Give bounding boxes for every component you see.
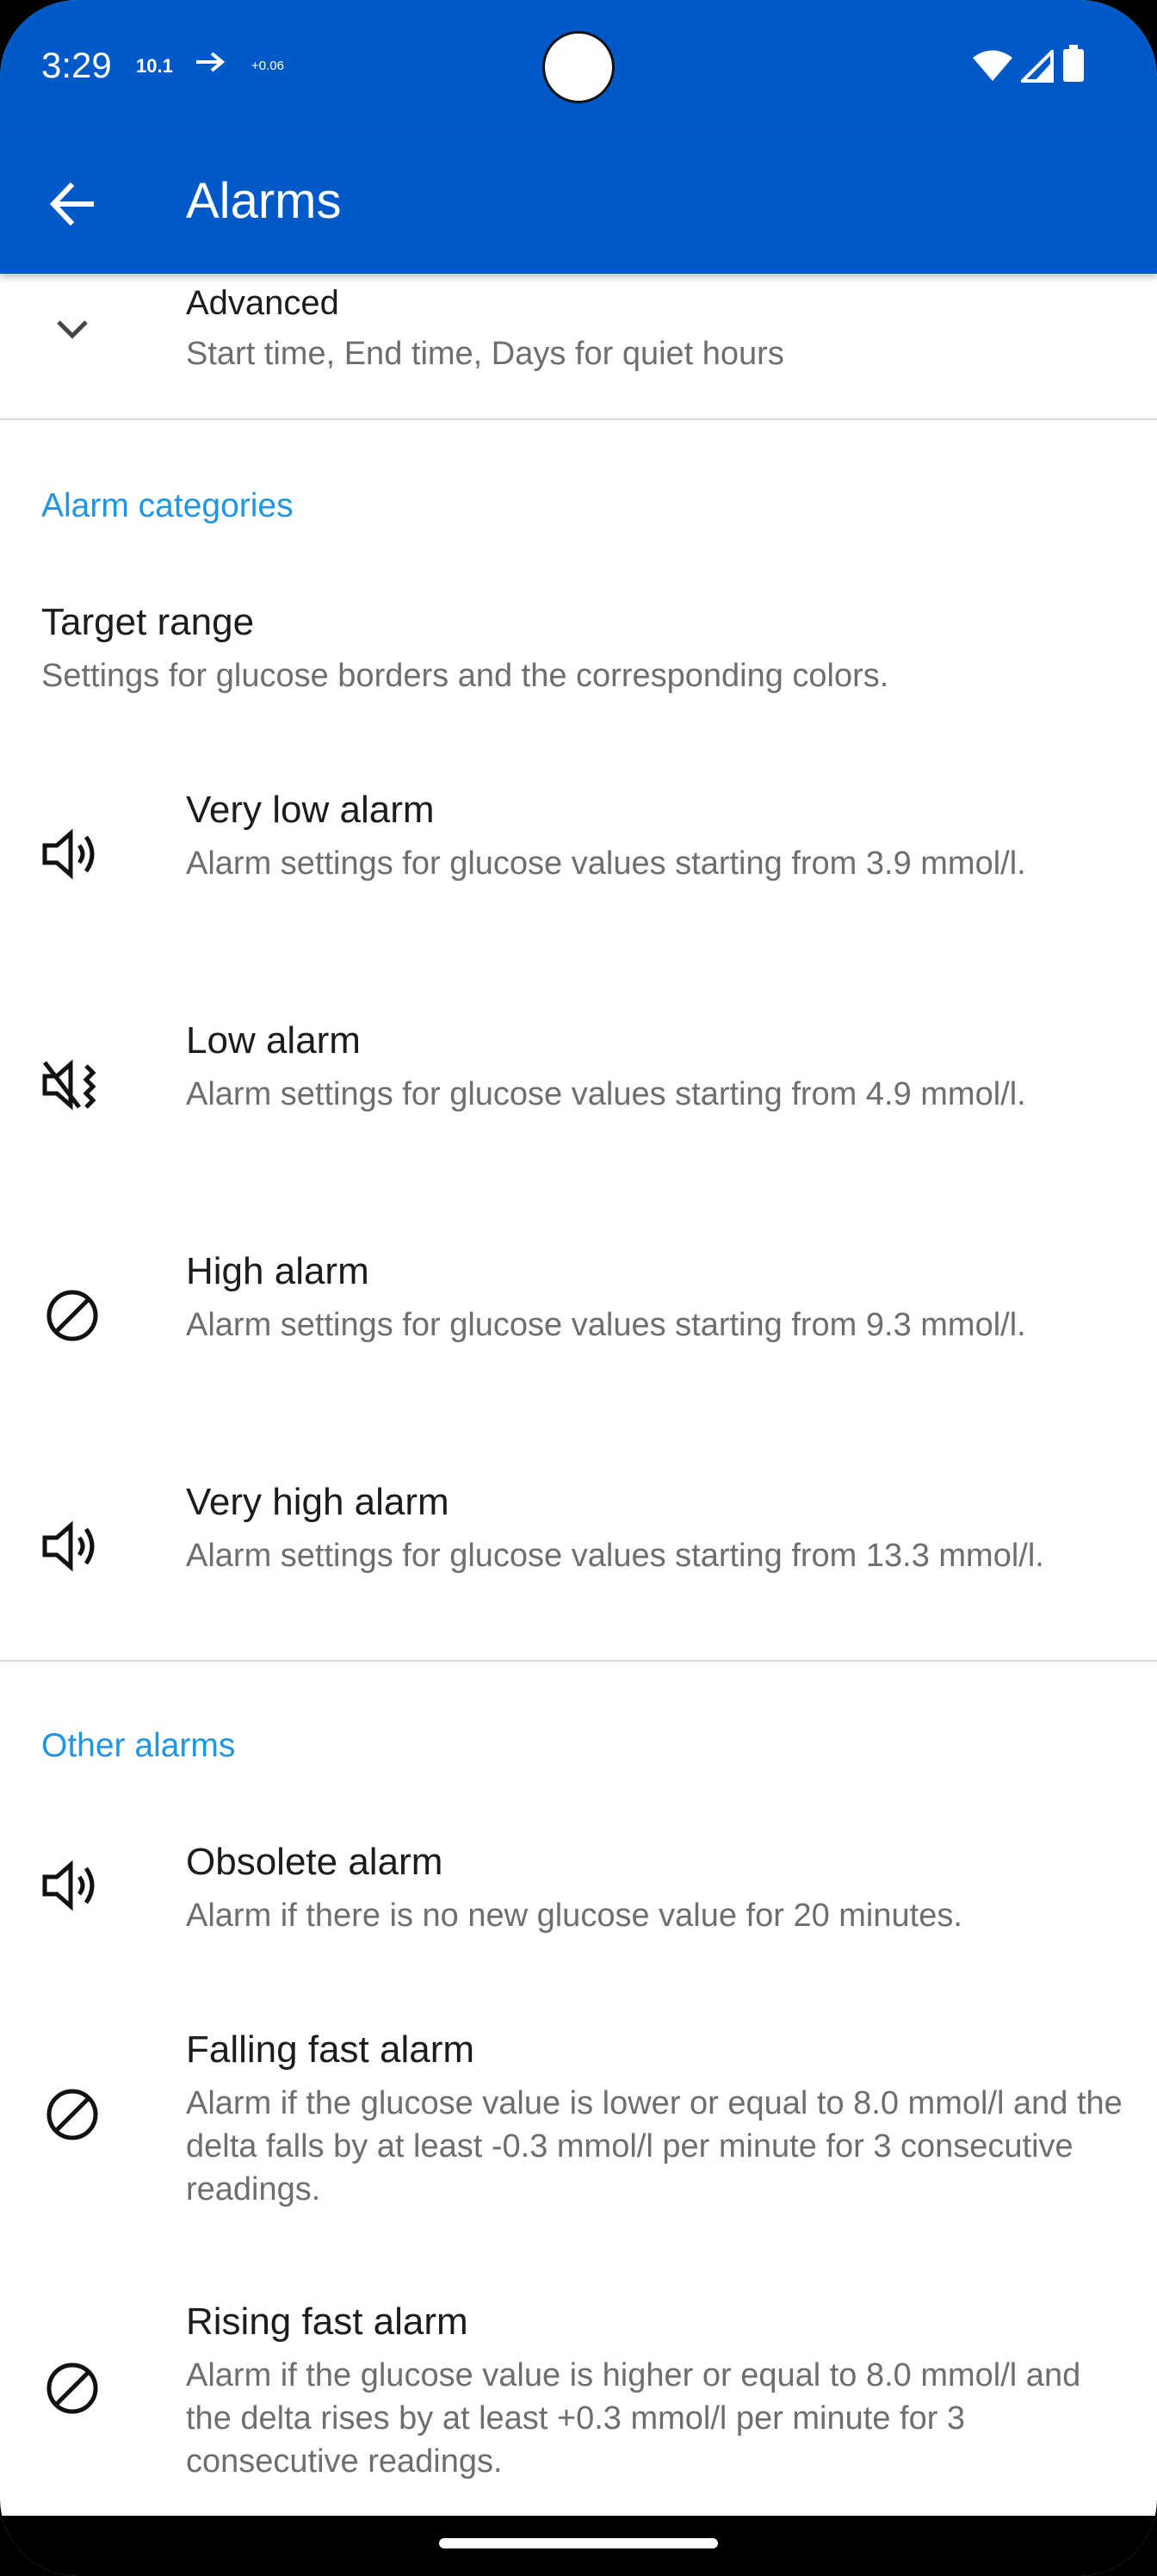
status-delta: +0.06 xyxy=(251,59,284,73)
alarm-categories-header: Alarm categories xyxy=(41,487,294,524)
status-icons xyxy=(973,45,1085,83)
divider xyxy=(0,1660,1157,1662)
wifi-icon xyxy=(973,50,1012,81)
advanced-title: Advanced xyxy=(186,284,339,322)
disabled-icon xyxy=(41,2084,103,2146)
other-alarms-header: Other alarms xyxy=(41,1727,236,1764)
trend-arrow-icon xyxy=(195,50,226,78)
chevron-down-icon[interactable] xyxy=(41,298,103,360)
vibrate-muted-icon xyxy=(41,1054,103,1116)
disabled-icon xyxy=(41,2357,103,2419)
obsolete-alarm-title: Obsolete alarm xyxy=(186,1841,443,1883)
volume-up-icon xyxy=(41,1515,103,1577)
rising-fast-alarm-summary: Alarm if the glucose value is higher or … xyxy=(186,2357,1081,2480)
camera-cutout xyxy=(542,31,615,103)
target-range-summary: Settings for glucose borders and the cor… xyxy=(41,658,889,694)
status-bar: 3:29 10.1 +0.06 xyxy=(0,0,1157,131)
battery-icon xyxy=(1063,45,1084,82)
home-gesture-handle[interactable] xyxy=(439,2538,718,2548)
app-bar: Alarms xyxy=(0,131,1157,274)
status-glucose-value: 10.1 xyxy=(136,55,173,77)
screen: 3:29 10.1 +0.06 Alarms Advanced Start ti… xyxy=(0,0,1157,2576)
obsolete-alarm-summary: Alarm if there is no new glucose value f… xyxy=(186,1898,962,1934)
page-title: Alarms xyxy=(186,173,342,229)
low-alarm-summary: Alarm settings for glucose values starti… xyxy=(186,1076,1026,1112)
high-alarm-title: High alarm xyxy=(186,1250,369,1292)
disabled-icon xyxy=(41,1285,103,1347)
rising-fast-alarm-title: Rising fast alarm xyxy=(186,2300,468,2343)
low-alarm-title: Low alarm xyxy=(186,1019,361,1062)
falling-fast-alarm-title: Falling fast alarm xyxy=(186,2028,475,2071)
arrow-back-icon[interactable] xyxy=(43,174,103,234)
very-high-alarm-title: Very high alarm xyxy=(186,1481,449,1523)
target-range-title: Target range xyxy=(41,601,255,643)
very-high-alarm-summary: Alarm settings for glucose values starti… xyxy=(186,1538,1044,1574)
advanced-summary: Start time, End time, Days for quiet hou… xyxy=(186,336,784,372)
very-low-alarm-summary: Alarm settings for glucose values starti… xyxy=(186,845,1026,882)
divider xyxy=(0,418,1157,420)
volume-up-icon xyxy=(41,823,103,885)
status-time: 3:29 xyxy=(41,45,112,85)
volume-up-icon xyxy=(41,1855,103,1917)
signal-icon xyxy=(1021,50,1054,83)
high-alarm-summary: Alarm settings for glucose values starti… xyxy=(186,1307,1026,1343)
very-low-alarm-title: Very low alarm xyxy=(186,789,435,831)
falling-fast-alarm-summary: Alarm if the glucose value is lower or e… xyxy=(186,2085,1123,2208)
